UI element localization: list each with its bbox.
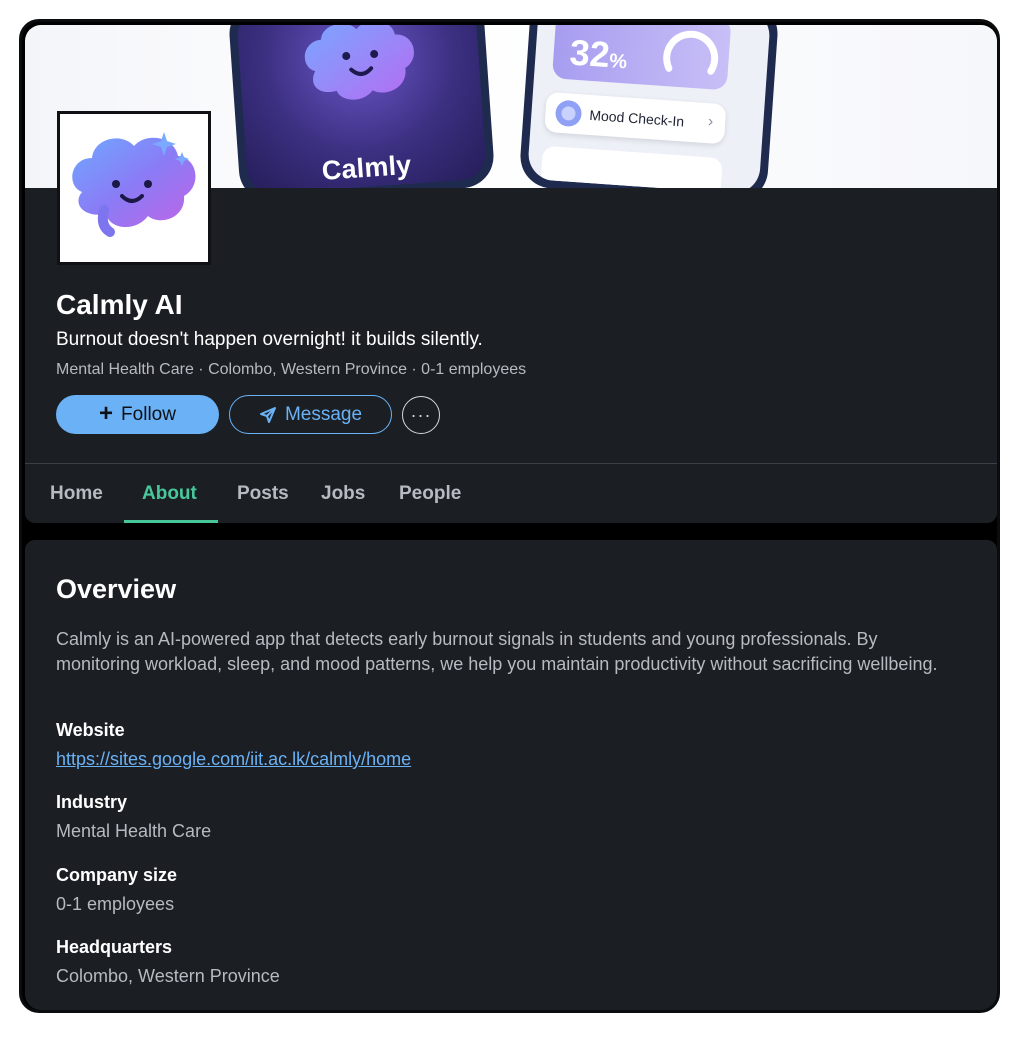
industry-label: Industry bbox=[56, 792, 128, 812]
window-frame: Calmly 32% Mood Check-In › Calmly AI Bur… bbox=[19, 19, 1000, 1013]
follow-label: Follow bbox=[121, 403, 176, 425]
active-tab-indicator bbox=[124, 520, 218, 523]
banner-stat-value: 32% bbox=[568, 31, 628, 76]
headquarters-label: Headquarters bbox=[56, 937, 173, 957]
company-size-value: 0-1 employees bbox=[56, 894, 175, 914]
overview-title: Overview bbox=[56, 574, 177, 604]
company-name: Calmly AI bbox=[56, 289, 183, 320]
plus-icon: + bbox=[99, 399, 114, 427]
ellipsis-icon: ··· bbox=[410, 404, 432, 425]
follow-button[interactable]: + Follow bbox=[56, 395, 219, 434]
banner-stat-card: 32% bbox=[551, 25, 732, 91]
company-size-label: Company size bbox=[56, 865, 178, 885]
banner-phone-right: 32% Mood Check-In › bbox=[518, 25, 780, 188]
banner-app-name: Calmly bbox=[320, 149, 413, 186]
send-icon bbox=[259, 406, 276, 423]
tab-about[interactable]: About bbox=[142, 464, 197, 523]
message-button[interactable]: Message bbox=[229, 395, 392, 434]
overview-description: Calmly is an AI-powered app that detects… bbox=[56, 629, 938, 674]
banner-phone-left: Calmly bbox=[227, 25, 496, 188]
chevron-right-icon: › bbox=[707, 113, 714, 131]
tab-jobs[interactable]: Jobs bbox=[321, 464, 365, 523]
tab-home[interactable]: Home bbox=[50, 464, 103, 523]
progress-ring-icon bbox=[663, 30, 719, 75]
headquarters-value: Colombo, Western Province bbox=[56, 966, 280, 986]
banner-mood-label: Mood Check-In bbox=[588, 106, 685, 130]
industry-value: Mental Health Care bbox=[56, 821, 212, 841]
more-options-button[interactable]: ··· bbox=[402, 396, 440, 434]
banner-phone-right-screen: 32% Mood Check-In › bbox=[526, 25, 772, 188]
tab-people[interactable]: People bbox=[399, 464, 461, 523]
company-logo[interactable] bbox=[57, 111, 211, 265]
tab-posts[interactable]: Posts bbox=[237, 464, 289, 523]
banner-mood-card: Mood Check-In › bbox=[544, 91, 727, 145]
banner-bottom-chip bbox=[540, 145, 723, 188]
overview-card: Overview Calmly is an AI-powered app tha… bbox=[25, 540, 997, 1010]
brain-logo-icon bbox=[72, 132, 196, 237]
mood-face-icon bbox=[554, 99, 583, 128]
company-tagline: Burnout doesn't happen overnight! it bui… bbox=[56, 329, 483, 350]
website-label: Website bbox=[56, 720, 125, 740]
website-link[interactable]: https://sites.google.com/iit.ac.lk/calml… bbox=[56, 749, 411, 770]
company-tabs: Home About Posts Jobs People bbox=[25, 464, 997, 523]
company-header-card: Calmly 32% Mood Check-In › Calmly AI Bur… bbox=[25, 25, 997, 523]
brain-mascot-icon bbox=[304, 25, 414, 100]
company-meta: Mental Health Care · Colombo, Western Pr… bbox=[56, 361, 527, 378]
message-label: Message bbox=[284, 403, 363, 425]
banner-phone-left-screen: Calmly bbox=[235, 25, 488, 188]
